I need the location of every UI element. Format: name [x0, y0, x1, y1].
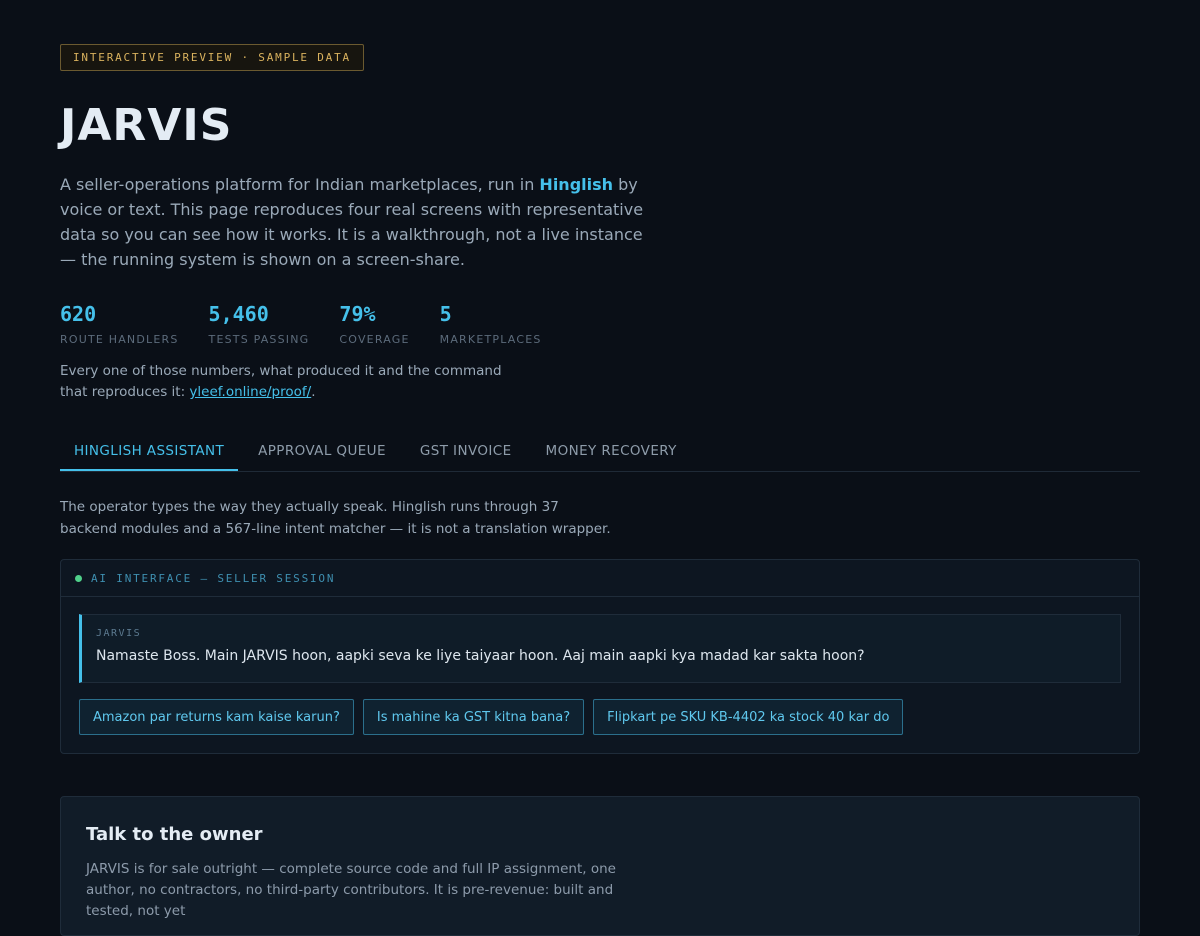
message-sender: JARVIS	[96, 628, 142, 639]
tab-hinglish-assistant[interactable]: HINGLISH ASSISTANT	[60, 432, 239, 471]
message-text: Namaste Boss. Main JARVIS hoon, aapki se…	[96, 648, 865, 664]
panel-header: AI INTERFACE — SELLER SESSION	[61, 560, 1139, 597]
tab-bar: HINGLISH ASSISTANT APPROVAL QUEUE GST IN…	[60, 432, 1140, 472]
suggestion-button-stock[interactable]: Flipkart pe SKU KB-4402 ka stock 40 kar …	[593, 699, 904, 735]
tab-approval-queue[interactable]: APPROVAL QUEUE	[244, 432, 400, 470]
tab-money-recovery[interactable]: MONEY RECOVERY	[532, 432, 691, 470]
stat-tests-passing: 5,460 TESTS PASSING	[209, 302, 310, 346]
stat-value: 79%	[339, 302, 376, 326]
stat-value: 5	[439, 302, 452, 326]
intro-paragraph: A seller-operations platform for Indian …	[60, 172, 660, 272]
owner-title: Talk to the owner	[86, 824, 263, 845]
intro-text-start: A seller-operations platform for Indian …	[60, 175, 540, 194]
intro-highlight: Hinglish	[539, 175, 614, 194]
proof-text-end: .	[311, 384, 316, 400]
suggestion-button-returns[interactable]: Amazon par returns kam kaise karun?	[79, 699, 354, 735]
preview-badge: INTERACTIVE PREVIEW · SAMPLE DATA	[60, 44, 364, 71]
stat-label: ROUTE HANDLERS	[60, 333, 179, 346]
tab-gst-invoice[interactable]: GST INVOICE	[406, 432, 526, 470]
stat-value: 5,460	[208, 302, 269, 326]
stats-row: 620 ROUTE HANDLERS 5,460 TESTS PASSING 7…	[60, 302, 572, 346]
assistant-message: JARVIS Namaste Boss. Main JARVIS hoon, a…	[79, 614, 1121, 683]
owner-text: JARVIS is for sale outright — complete s…	[86, 861, 616, 919]
tab-description: The operator types the way they actually…	[60, 499, 611, 537]
stat-coverage: 79% COVERAGE	[339, 302, 409, 346]
stat-marketplaces: 5 MARKETPLACES	[440, 302, 542, 346]
status-dot-icon	[75, 574, 82, 582]
stat-label: TESTS PASSING	[208, 333, 310, 346]
owner-contact-card: Talk to the owner JARVIS is for sale out…	[60, 796, 1140, 936]
stat-value: 620	[60, 302, 97, 326]
ai-interface-panel: AI INTERFACE — SELLER SESSION JARVIS Nam…	[60, 559, 1140, 754]
panel-header-label: AI INTERFACE — SELLER SESSION	[91, 571, 336, 585]
proof-link[interactable]: yleef.online/proof/	[189, 384, 311, 400]
stat-label: MARKETPLACES	[439, 333, 542, 346]
stat-route-handlers: 620 ROUTE HANDLERS	[60, 302, 179, 346]
suggestion-button-gst[interactable]: Is mahine ka GST kitna bana?	[362, 699, 585, 735]
stat-label: COVERAGE	[339, 333, 410, 346]
suggestion-list: Amazon par returns kam kaise karun? Is m…	[79, 699, 912, 735]
proof-note: Every one of those numbers, what produce…	[60, 361, 520, 403]
page-title: JARVIS	[60, 100, 233, 151]
